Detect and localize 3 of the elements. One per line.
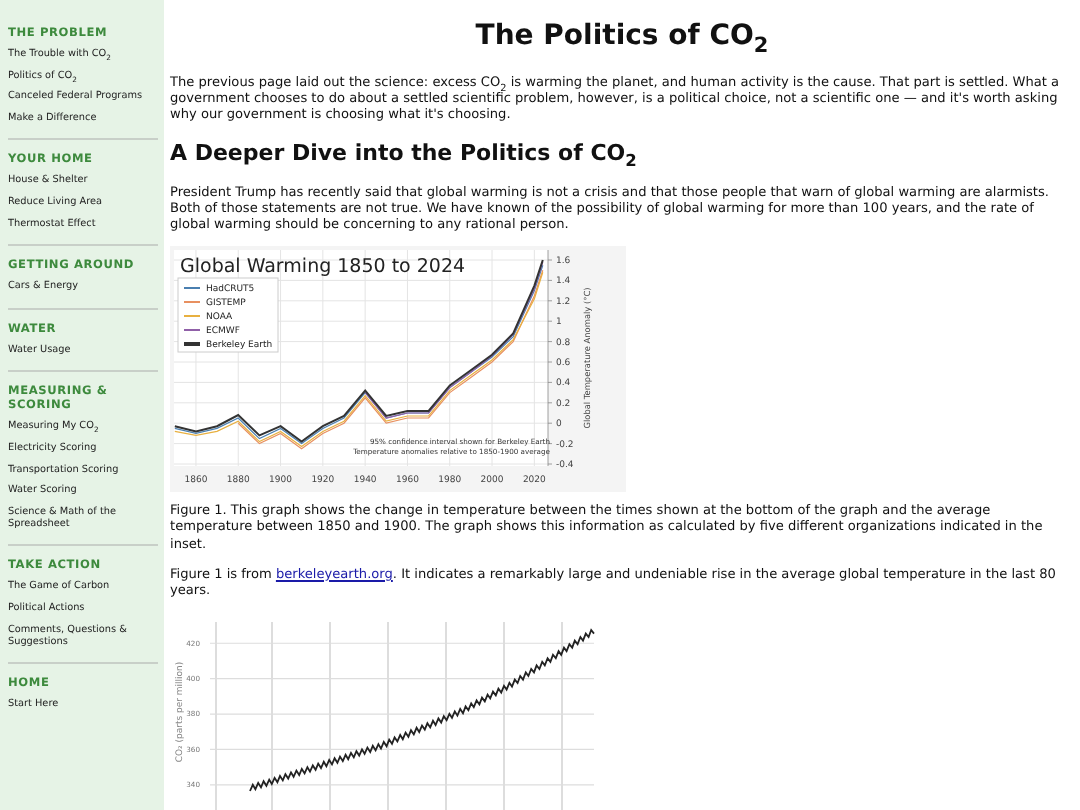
chart-title: Global Warming 1850 to 2024	[180, 256, 466, 279]
section-title: A Deeper Dive into the Politics of CO$_{2}$	[170, 139, 639, 166]
page-title: The Politics of CO$_{2}$	[473, 20, 771, 54]
